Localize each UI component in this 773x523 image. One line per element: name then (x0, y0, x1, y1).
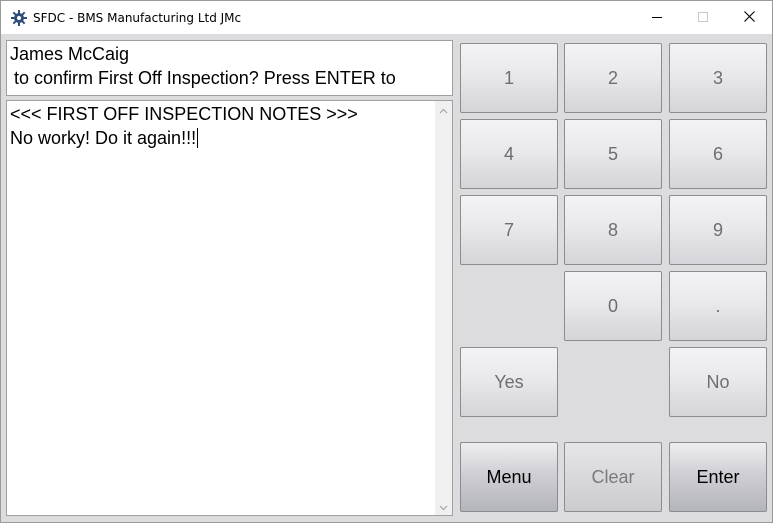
close-icon (743, 9, 755, 27)
scroll-up-button[interactable] (435, 101, 452, 118)
no-button[interactable]: No (669, 347, 767, 417)
keypad-1-button[interactable]: 1 (460, 43, 558, 113)
clear-button[interactable]: Clear (564, 442, 662, 512)
maximize-button[interactable] (680, 1, 726, 34)
keypad-6-button[interactable]: 6 (669, 119, 767, 189)
keypad-9-button[interactable]: 9 (669, 195, 767, 265)
keypad-0-button[interactable]: 0 (564, 271, 662, 341)
operator-display: James McCaig to confirm First Off Inspec… (6, 40, 453, 96)
maximize-icon (698, 9, 708, 27)
enter-button[interactable]: Enter (669, 442, 767, 512)
notes-text: No worky! Do it again!!! (10, 128, 197, 148)
minimize-icon (652, 9, 662, 27)
client-area: James McCaig to confirm First Off Inspec… (1, 34, 772, 522)
operator-name: James McCaig (10, 44, 130, 64)
app-window: SFDC - BMS Manufacturing Ltd JMc James M… (0, 0, 773, 523)
keypad-8-button[interactable]: 8 (564, 195, 662, 265)
prompt-text: to confirm First Off Inspection? Press E… (14, 68, 396, 88)
gear-icon (11, 10, 27, 26)
chevron-up-icon (439, 101, 448, 119)
inspection-notes-textarea[interactable]: <<< FIRST OFF INSPECTION NOTES >>> No wo… (6, 100, 453, 516)
notes-scrollbar[interactable] (435, 101, 452, 515)
keypad-4-button[interactable]: 4 (460, 119, 558, 189)
keypad-decimal-button[interactable]: . (669, 271, 767, 341)
keypad-7-button[interactable]: 7 (460, 195, 558, 265)
keypad-5-button[interactable]: 5 (564, 119, 662, 189)
yes-button[interactable]: Yes (460, 347, 558, 417)
text-caret (197, 128, 199, 148)
notes-body-line: No worky! Do it again!!! (10, 128, 199, 149)
notes-header: <<< FIRST OFF INSPECTION NOTES >>> (10, 104, 358, 124)
window-title: SFDC - BMS Manufacturing Ltd JMc (33, 11, 242, 25)
menu-button[interactable]: Menu (460, 442, 558, 512)
title-bar[interactable]: SFDC - BMS Manufacturing Ltd JMc (1, 1, 772, 34)
minimize-button[interactable] (634, 1, 680, 34)
keypad-3-button[interactable]: 3 (669, 43, 767, 113)
scroll-down-button[interactable] (435, 498, 452, 515)
chevron-down-icon (439, 498, 448, 516)
close-button[interactable] (726, 1, 772, 34)
keypad-2-button[interactable]: 2 (564, 43, 662, 113)
